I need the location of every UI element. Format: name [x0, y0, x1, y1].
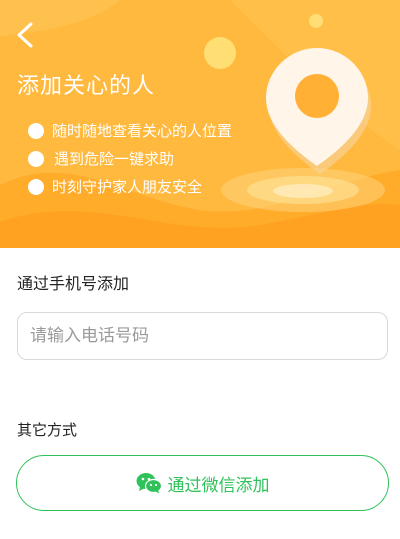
phone-section-label: 通过手机号添加	[17, 274, 130, 293]
feature-text: 随时随地查看关心的人位置	[52, 122, 233, 140]
page-title: 添加关心的人	[17, 74, 156, 99]
bullet-icon	[28, 151, 44, 167]
bullet-icon	[28, 179, 44, 195]
feature-text: 时刻守护家人朋友安全	[52, 178, 203, 196]
other-methods-label: 其它方式	[17, 421, 78, 439]
wechat-button-label: 通过微信添加	[167, 475, 270, 496]
feature-text: 遇到危险一键求助	[54, 150, 175, 168]
bullet-icon	[28, 123, 44, 139]
hero-banner: 添加关心的人 随时随地查看关心的人位置 遇到危险一键求助 时刻守护家人朋友安全	[0, 0, 400, 248]
location-pin-icon	[266, 48, 371, 174]
wechat-add-button[interactable]: 通过微信添加	[16, 455, 389, 511]
wechat-icon	[136, 473, 162, 494]
chevron-left-icon	[17, 22, 33, 48]
back-button[interactable]	[10, 16, 44, 52]
phone-input[interactable]	[17, 312, 388, 360]
